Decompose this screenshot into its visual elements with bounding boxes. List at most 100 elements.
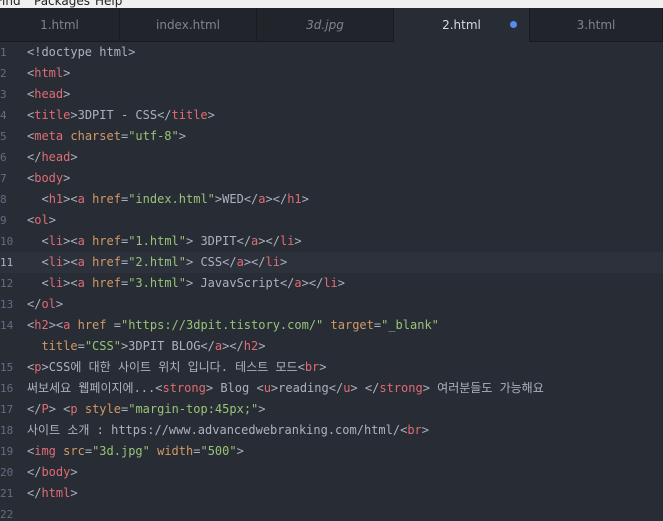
code-line[interactable]: 9 <ol> <box>0 210 663 231</box>
code-token: </ <box>27 465 42 479</box>
tab-label: index.html <box>156 17 220 32</box>
code-token: > <box>48 213 56 227</box>
code-line[interactable]: 13 </ol> <box>0 294 663 315</box>
code-line[interactable]: 19 <img src="3d.jpg" width="500"> <box>0 441 663 462</box>
code-text: <ol> <box>27 210 56 231</box>
line-number: 9 <box>0 214 7 227</box>
code-line[interactable]: 22 <box>0 504 663 521</box>
code-token: ></ <box>265 192 288 206</box>
code-token: > <box>337 276 345 290</box>
line-number: 3 <box>0 88 7 101</box>
code-line[interactable]: 12 <li><a href="3.html"> JavavScript</a>… <box>0 273 663 294</box>
code-token: < <box>41 255 49 269</box>
line-number: 12 <box>0 277 14 290</box>
tab-index-html[interactable]: index.html <box>120 8 257 41</box>
code-token: > <box>41 360 49 374</box>
code-token: WED <box>222 192 244 206</box>
tab-label: 3.html <box>576 17 616 32</box>
code-token: reading <box>278 381 329 395</box>
code-token: h1 <box>48 192 64 206</box>
code-line[interactable]: 5 <meta charset="utf-8"> <box>0 126 663 147</box>
code-line[interactable]: 15 <p>CSS에 대한 사이트 위치 입니다. 테스트 모드<br> <box>0 357 663 378</box>
code-token: = <box>84 444 93 458</box>
code-token: </ <box>27 402 42 416</box>
code-token: width <box>157 444 194 458</box>
code-line[interactable]: 1 <!doctype html> <box>0 42 663 63</box>
line-number: 10 <box>0 235 14 248</box>
code-text: </html> <box>27 483 78 504</box>
menu-item-help[interactable]: Help <box>95 0 122 8</box>
tab-label: 3d.jpg <box>306 17 344 32</box>
code-token: > <box>70 465 78 479</box>
code-line[interactable]: 21 </html> <box>0 483 663 504</box>
code-text: <li><a href="3.html"> JavavScript</a></l… <box>27 273 345 294</box>
code-line[interactable]: title="CSS">3DPIT BLOG</a></h2> <box>0 336 663 357</box>
line-number: 13 <box>0 298 14 311</box>
code-editor[interactable]: 1 <!doctype html> 2 <html> 3 <head> 4 <title>3D… <box>0 42 663 521</box>
code-token: a <box>294 276 302 290</box>
code-line[interactable]: 14 <h2><a href ="https://3dpit.tistory.co… <box>0 315 663 336</box>
code-token: "3.html" <box>128 276 186 290</box>
code-token: = <box>77 339 85 353</box>
menu-bar: Find Packages Help <box>0 0 663 8</box>
line-number: 21 <box>0 487 14 500</box>
tab-3-html[interactable]: 3.html <box>530 8 663 41</box>
code-token: a <box>77 234 85 248</box>
code-line[interactable]: 17 </P> <p style="margin-top:45px;"> <box>0 399 663 420</box>
code-token: style <box>84 402 121 416</box>
menu-item-packages[interactable]: Packages <box>34 0 90 8</box>
code-token: "margin-top:45px;" <box>128 402 259 416</box>
code-token: < <box>155 381 163 395</box>
tab-1-html[interactable]: 1.html <box>0 8 120 41</box>
line-number: 22 <box>0 508 14 521</box>
menu-item-find[interactable]: Find <box>0 0 21 8</box>
code-line[interactable]: 3 <head> <box>0 84 663 105</box>
code-text: 써보세요 웹페이지에...<strong> Blog <u>reading</u… <box>27 378 544 399</box>
code-token: > <box>178 129 186 143</box>
code-token: a <box>77 276 85 290</box>
code-token: </ <box>279 276 295 290</box>
code-token: target <box>330 318 374 332</box>
code-token: CSS에 대한 사이트 위치 입니다. 테스트 모드 <box>48 360 298 374</box>
code-token: > <box>205 381 214 395</box>
code-token: ></ <box>258 234 280 248</box>
code-token: = <box>113 318 121 332</box>
code-token: > <box>70 108 78 122</box>
line-number: 8 <box>0 193 7 206</box>
code-line[interactable]: 11 <li><a href="2.html"> CSS</a></li> <box>0 252 663 273</box>
code-token: ol <box>41 297 56 311</box>
code-line[interactable]: 7 <body> <box>0 168 663 189</box>
line-number: 5 <box>0 130 7 143</box>
code-line[interactable]: 10 <li><a href="1.html"> 3DPIT</a></li> <box>0 231 663 252</box>
code-token: </ <box>27 297 42 311</box>
code-token: h2 <box>34 318 49 332</box>
code-line[interactable]: 8 <h1><a href="index.html">WED</a></h1> <box>0 189 663 210</box>
code-line[interactable]: 6 </head> <box>0 147 663 168</box>
code-text: </head> <box>27 147 78 168</box>
modified-dot-icon[interactable] <box>510 21 517 28</box>
code-token: href <box>77 318 107 332</box>
code-token: 3DPIT - CSS <box>77 108 158 122</box>
code-line[interactable]: 20 </body> <box>0 462 663 483</box>
line-number: 16 <box>0 382 14 395</box>
code-token: < <box>297 360 305 374</box>
code-line[interactable]: 16 써보세요 웹페이지에...<strong> Blog <u>reading<… <box>0 378 663 399</box>
code-text: <p>CSS에 대한 사이트 위치 입니다. 테스트 모드<br> <box>27 357 327 378</box>
code-text: </P> <p style="margin-top:45px;"> <box>27 399 266 420</box>
code-line[interactable]: 4 <title>3DPIT - CSS</title> <box>0 105 663 126</box>
code-token: < <box>41 234 49 248</box>
code-token: ></ <box>301 276 324 290</box>
code-token: title <box>34 108 71 122</box>
code-token: src <box>63 444 85 458</box>
tab-3d-jpg[interactable]: 3d.jpg <box>257 8 394 41</box>
code-token: > <box>301 192 309 206</box>
code-line[interactable]: 18 사이트 소개 : https://www.advancedwebrankin… <box>0 420 663 441</box>
code-line[interactable]: 2 <html> <box>0 63 663 84</box>
code-token: > <box>63 87 71 101</box>
tab-2-html[interactable]: 2.html <box>394 8 530 42</box>
line-number: 15 <box>0 361 14 374</box>
code-token: > <box>258 402 266 416</box>
